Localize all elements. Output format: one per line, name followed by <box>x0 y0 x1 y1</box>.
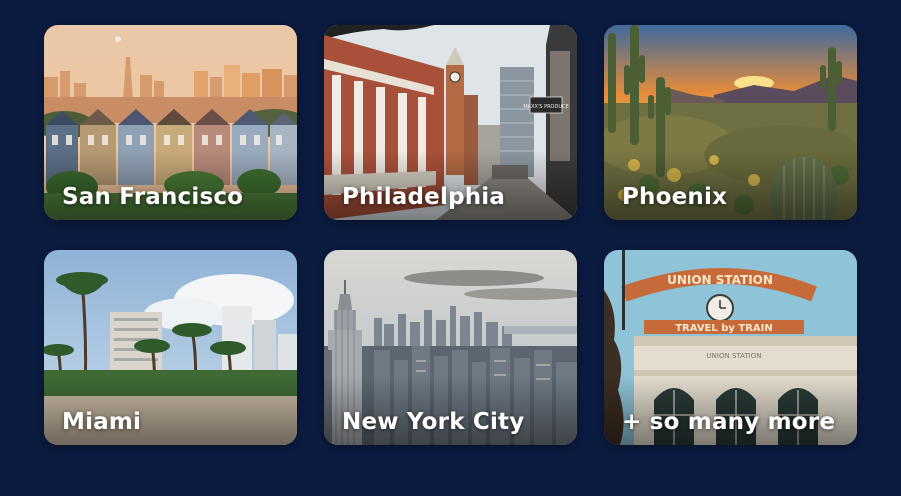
city-card-philadelphia[interactable]: MAXX'S PRODUCE Philadelphia <box>324 25 577 220</box>
city-card-san-francisco[interactable]: San Francisco <box>44 25 297 220</box>
city-card-miami[interactable]: Miami <box>44 250 297 445</box>
city-card-new-york-city[interactable]: New York City <box>324 250 577 445</box>
city-card-more[interactable]: UNION STATION UNION STATION TRAVEL by TR… <box>604 250 857 445</box>
city-name: San Francisco <box>62 184 244 210</box>
city-name: Miami <box>62 409 142 435</box>
union-station-sign-bottom: TRAVEL by TRAIN <box>675 323 773 334</box>
city-name: New York City <box>342 409 525 435</box>
city-name: Phoenix <box>622 184 728 210</box>
city-card-phoenix[interactable]: Phoenix <box>604 25 857 220</box>
produce-sign-text: MAXX'S PRODUCE <box>523 104 568 110</box>
union-station-sign-top: UNION STATION <box>667 273 773 287</box>
city-name: Philadelphia <box>342 184 506 210</box>
city-name: + so many more <box>622 409 836 435</box>
facade-text: UNION STATION <box>707 352 762 360</box>
city-grid: San Francisco MAXX'S PRODUCE Philadelphi… <box>44 25 857 445</box>
